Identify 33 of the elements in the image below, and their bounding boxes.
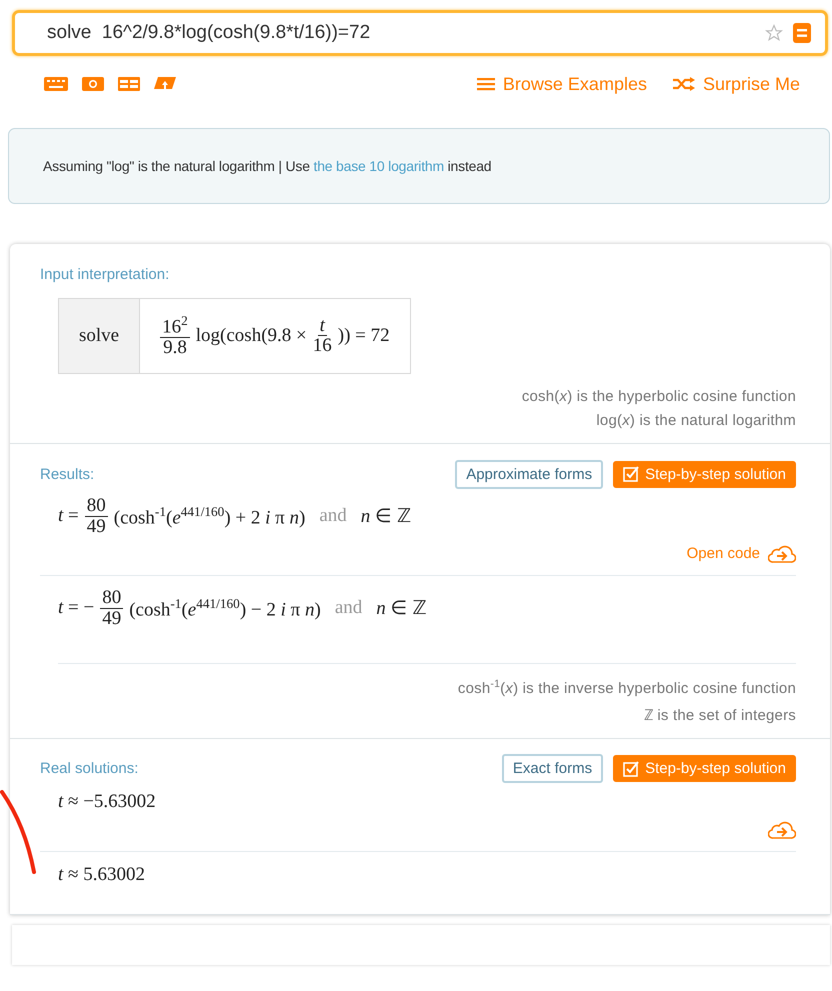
footnote: cosh(x) is the hyperbolic cosine function — [522, 388, 796, 405]
checkbox-icon — [623, 466, 640, 482]
table-cell: solve — [59, 299, 140, 373]
formula: t ≈ −5.63002 — [58, 790, 156, 813]
checkbox-icon — [623, 760, 640, 777]
footnote: cosh$^{-1}$(x) is the inverse hyperbolic cosine function — [458, 678, 796, 697]
footnote: ℤ is the set of integers — [644, 706, 796, 724]
surprise-me-link[interactable]: Surprise Me — [672, 74, 800, 94]
camera-icon[interactable] — [82, 77, 104, 91]
table-icon[interactable] — [118, 77, 140, 91]
shuffle-icon — [672, 77, 695, 91]
equals-icon[interactable] — [793, 23, 811, 43]
base-10-link[interactable]: the base 10 logarithm — [314, 158, 444, 174]
menu-icon — [476, 77, 495, 91]
pod-title: Results: — [40, 466, 96, 482]
cloud-share-icon[interactable] — [768, 544, 796, 563]
assumption-text: Assuming "log" is the natural logarithm | Use the base 10 logarithm instead — [43, 158, 492, 174]
search-bar[interactable]: solve 16^2/9.8*log(cosh(9.8*t/16))=72 — [12, 10, 828, 56]
step-by-step-button[interactable]: Step-by-step solution — [613, 460, 796, 488]
forms-button[interactable]: Approximate forms — [455, 460, 604, 488]
browse-examples-link[interactable]: Browse Examples — [476, 74, 647, 94]
search-field[interactable]: solve 16^2/9.8*log(cosh(9.8*t/16))=72 — [47, 22, 755, 44]
formula: t ≈ 5.63002 — [58, 864, 145, 886]
cloud-share-icon[interactable] — [768, 820, 796, 839]
pod-title: Real solutions: — [40, 760, 140, 778]
forms-button[interactable]: Exact forms — [502, 754, 604, 784]
upload-icon[interactable] — [154, 77, 176, 91]
pod-title: Input interpretation: — [40, 266, 170, 282]
step-by-step-button[interactable]: Step-by-step solution — [613, 755, 796, 782]
footnote: log(x) is the natural logarithm — [596, 412, 796, 429]
keyboard-icon[interactable] — [44, 77, 68, 91]
star-icon[interactable] — [765, 24, 783, 42]
open-code-link[interactable]: Open code — [686, 545, 760, 562]
